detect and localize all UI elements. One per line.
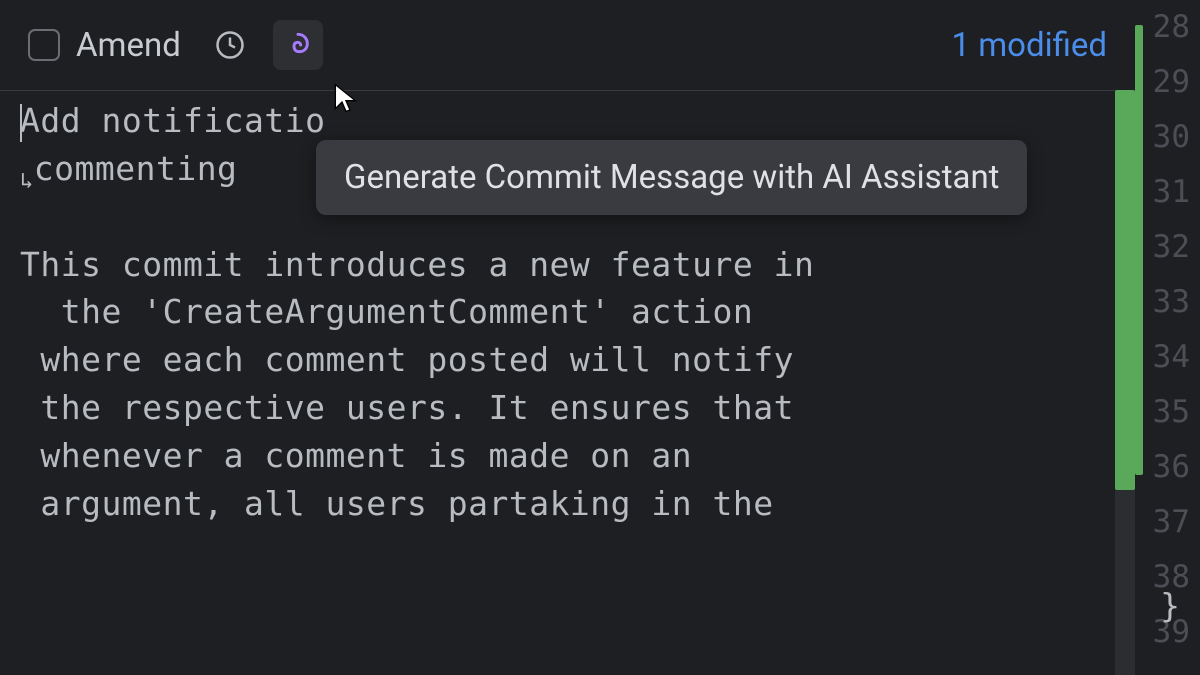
- amend-checkbox[interactable]: [28, 29, 60, 61]
- ai-generate-tooltip: Generate Commit Message with AI Assistan…: [316, 140, 1027, 215]
- gutter-lines: 28 29 30 31 32 33 34 35 36 37 38 39: [1135, 0, 1200, 660]
- line-number: 29: [1135, 55, 1200, 110]
- wrap-indicator-icon: ↳: [20, 169, 34, 194]
- scrollbar-change-marker: [1115, 90, 1135, 490]
- line-number: 36: [1135, 440, 1200, 495]
- line-number: 34: [1135, 330, 1200, 385]
- commit-toolbar: Amend 1 modified: [0, 0, 1135, 90]
- amend-checkbox-group[interactable]: Amend: [28, 26, 181, 65]
- history-icon[interactable]: [213, 28, 247, 62]
- gutter-change-marker: [1135, 25, 1143, 475]
- line-number: 30: [1135, 110, 1200, 165]
- line-number: 37: [1135, 495, 1200, 550]
- line-number: 32: [1135, 220, 1200, 275]
- ai-generate-button[interactable]: [273, 20, 323, 70]
- line-number-gutter: 28 29 30 31 32 33 34 35 36 37 38 39 }: [1135, 0, 1200, 675]
- amend-label: Amend: [76, 26, 181, 65]
- commit-panel: Amend 1 modified Add notificatio ↳commen…: [0, 0, 1135, 675]
- main-area: Amend 1 modified Add notificatio ↳commen…: [0, 0, 1200, 675]
- code-brace: }: [1160, 586, 1180, 625]
- line-number: 33: [1135, 275, 1200, 330]
- modified-files-link[interactable]: 1 modified: [951, 26, 1107, 65]
- scrollbar-track[interactable]: [1115, 90, 1135, 675]
- line-number: 31: [1135, 165, 1200, 220]
- line-number: 28: [1135, 0, 1200, 55]
- line-number: 35: [1135, 385, 1200, 440]
